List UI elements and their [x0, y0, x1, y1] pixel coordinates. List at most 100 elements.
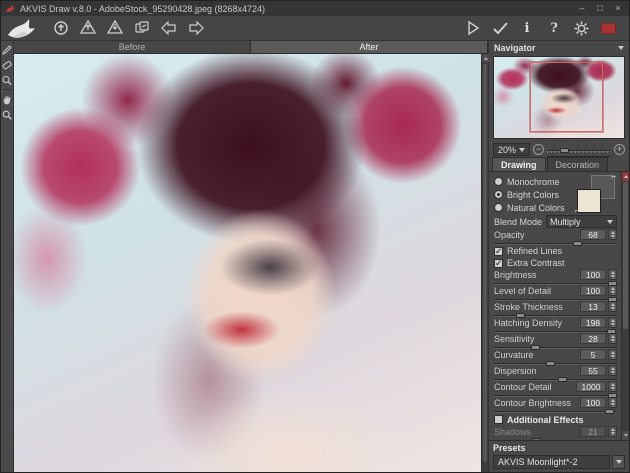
radio-natural-colors[interactable] — [494, 203, 503, 212]
additional-effects-header[interactable]: Additional Effects — [494, 413, 617, 426]
zoom-slider[interactable] — [547, 148, 611, 153]
chevron-down-icon[interactable] — [618, 46, 624, 50]
blend-mode-select[interactable]: Multiply — [546, 215, 617, 228]
stepper[interactable] — [608, 229, 617, 240]
reset-colors-icon[interactable]: ⌐ — [575, 206, 580, 215]
stepper[interactable] — [608, 381, 617, 392]
param-contour-detail: Contour Detail 1000 — [494, 381, 617, 397]
param-slider[interactable] — [494, 297, 617, 302]
param-brightness: Brightness 100 — [494, 269, 617, 285]
zoom-slider-handle[interactable] — [560, 148, 569, 153]
undo-button[interactable] — [157, 18, 181, 39]
param-value-input[interactable]: 28 — [580, 333, 606, 344]
param-value-input[interactable]: 68 — [580, 229, 606, 240]
param-slider[interactable] — [494, 313, 617, 318]
stepper[interactable] — [608, 365, 617, 376]
stepper[interactable] — [608, 397, 617, 408]
main-area: Before After Navigator — [1, 41, 629, 472]
param-slider[interactable] — [494, 377, 617, 382]
stepper[interactable] — [608, 317, 617, 328]
param-slider[interactable] — [494, 393, 617, 398]
minimize-button[interactable]: – — [575, 2, 589, 15]
slider-handle[interactable] — [608, 281, 617, 286]
scroll-down-icon[interactable] — [622, 431, 629, 440]
info-button[interactable]: i — [515, 18, 539, 39]
param-value-input[interactable]: 198 — [580, 317, 606, 328]
slider-handle[interactable] — [608, 393, 617, 398]
stepper[interactable] — [608, 301, 617, 312]
radio-bright-colors[interactable] — [494, 190, 503, 199]
run-button[interactable] — [461, 18, 485, 39]
import-button[interactable] — [76, 18, 100, 39]
slider-handle[interactable] — [516, 313, 525, 318]
open-image-button[interactable] — [49, 18, 73, 39]
scroll-up-icon[interactable] — [622, 172, 629, 181]
scrollbar-thumb[interactable] — [483, 64, 487, 462]
param-value-input[interactable]: 55 — [580, 365, 606, 376]
scroll-up-icon[interactable] — [482, 54, 489, 62]
apply-button[interactable] — [488, 18, 512, 39]
check-extra-contrast[interactable]: Extra Contrast — [494, 257, 617, 269]
close-button[interactable]: × — [611, 2, 625, 15]
preferences-button[interactable] — [569, 18, 593, 39]
stepper[interactable] — [608, 349, 617, 360]
param-slider[interactable] — [494, 409, 617, 414]
param-value-input[interactable]: 100 — [580, 269, 606, 280]
tab-drawing[interactable]: Drawing — [492, 157, 546, 171]
import-icon — [80, 20, 96, 36]
param-slider[interactable] — [494, 241, 617, 246]
param-slider[interactable] — [494, 361, 617, 366]
slider-handle[interactable] — [573, 241, 582, 246]
maximize-button[interactable]: □ — [593, 2, 607, 15]
param-value-input[interactable]: 100 — [580, 397, 606, 408]
canvas-vertical-scrollbar[interactable] — [481, 54, 488, 472]
check-refined-lines[interactable]: Refined Lines — [494, 245, 617, 257]
share-button[interactable] — [130, 18, 154, 39]
checkbox[interactable] — [494, 259, 503, 268]
navigator-view-frame[interactable] — [530, 62, 603, 132]
param-value-input[interactable]: 13 — [580, 301, 606, 312]
redo-button[interactable] — [184, 18, 208, 39]
zoom-in-button[interactable]: + — [614, 144, 625, 155]
hand-tool[interactable] — [2, 94, 13, 105]
help-button[interactable]: ? — [542, 18, 566, 39]
tab-after[interactable]: After — [251, 41, 488, 53]
zoom-level-dropdown[interactable]: 20% — [493, 143, 530, 156]
settings-panel: Monochrome Bright Colors Natural Colors … — [489, 172, 629, 440]
brush-tool[interactable] — [2, 44, 13, 55]
param-slider[interactable] — [494, 345, 617, 350]
param-slider[interactable] — [494, 281, 617, 286]
checkbox[interactable] — [494, 247, 503, 256]
swap-colors-icon[interactable]: ⌐ — [611, 172, 616, 181]
tab-before[interactable]: Before — [14, 41, 251, 53]
eraser-tool[interactable] — [2, 59, 13, 70]
preset-select[interactable]: AKVIS Moonlight*-2 — [493, 455, 610, 469]
param-slider[interactable] — [494, 329, 617, 334]
settings-scrollbar[interactable] — [621, 172, 629, 440]
slider-handle[interactable] — [558, 377, 567, 382]
preset-dropdown-button[interactable] — [612, 455, 625, 469]
param-value-input[interactable]: 100 — [580, 285, 606, 296]
checkbox[interactable] — [494, 415, 503, 424]
param-value-input[interactable]: 1000 — [576, 381, 606, 392]
history-brush-tool[interactable] — [2, 74, 13, 85]
stepper[interactable] — [608, 269, 617, 280]
radio-monochrome[interactable] — [494, 177, 503, 186]
stepper[interactable] — [608, 333, 617, 344]
slider-handle[interactable] — [531, 345, 540, 350]
canvas-viewport[interactable] — [14, 54, 488, 472]
param-value-input[interactable]: 5 — [580, 349, 606, 360]
slider-handle[interactable] — [607, 329, 616, 334]
slider-handle[interactable] — [605, 409, 614, 414]
stepper[interactable] — [608, 285, 617, 296]
panel-mode-button[interactable] — [596, 18, 620, 39]
zoom-out-button[interactable]: − — [533, 144, 544, 155]
save-image-button[interactable] — [103, 18, 127, 39]
slider-handle[interactable] — [546, 361, 555, 366]
foreground-color-swatch[interactable] — [577, 189, 601, 213]
slider-handle[interactable] — [608, 297, 617, 302]
navigator-thumbnail[interactable] — [493, 56, 625, 139]
zoom-tool[interactable] — [2, 109, 13, 120]
tab-decoration[interactable]: Decoration — [547, 157, 609, 171]
scrollbar-thumb[interactable] — [623, 182, 628, 329]
